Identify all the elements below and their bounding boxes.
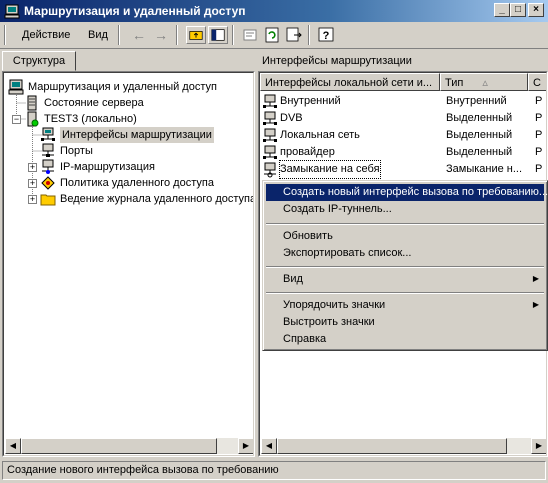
menu-separator xyxy=(266,223,544,225)
expand-toggle[interactable]: + xyxy=(28,179,37,188)
network-interfaces-icon xyxy=(41,127,55,141)
collapse-toggle[interactable]: − xyxy=(12,115,21,124)
interface-name: Внутренний xyxy=(280,95,341,107)
tree-label: Состояние сервера xyxy=(44,97,144,109)
server-icon xyxy=(27,111,39,127)
ip-routing-icon xyxy=(42,159,54,174)
interface-name: Локальная сеть xyxy=(280,129,360,141)
scroll-left-icon[interactable]: ◀ xyxy=(261,438,277,454)
forward-arrow-icon[interactable]: → xyxy=(152,26,170,44)
menu-item-arrange-icons[interactable]: Упорядочить значки xyxy=(266,297,544,314)
menu-item-refresh[interactable]: Обновить xyxy=(266,228,544,245)
close-button[interactable]: × xyxy=(528,3,544,17)
menu-action[interactable]: Действие xyxy=(20,27,72,43)
interface-icon xyxy=(263,111,277,125)
back-arrow-icon[interactable]: ← xyxy=(130,26,148,44)
toolbar-separator xyxy=(176,25,178,45)
toolbar-separator xyxy=(232,25,234,45)
app-computer-icon xyxy=(4,4,20,19)
column-header-type[interactable]: Тип ▵ xyxy=(440,73,528,91)
scroll-right-icon[interactable]: ▶ xyxy=(238,438,253,454)
toolbar-separator xyxy=(118,25,120,45)
tree-label: Маршрутизация и удаленный доступ xyxy=(28,81,217,93)
scroll-thumb[interactable] xyxy=(21,438,217,454)
scroll-left-icon[interactable]: ◀ xyxy=(5,438,21,454)
tree-pane[interactable]: Маршрутизация и удаленный доступ Состоян… xyxy=(2,71,255,457)
interface-icon xyxy=(263,145,277,159)
interface-type: Выделенный xyxy=(446,129,513,141)
svg-text:?: ? xyxy=(323,30,330,42)
column-header-type-label: Тип xyxy=(445,77,464,89)
help-icon[interactable]: ? xyxy=(316,26,336,44)
tree-label: Интерфейсы маршрутизации xyxy=(60,127,214,143)
details-horizontal-scrollbar[interactable]: ◀ ▶ xyxy=(261,438,546,454)
folder-icon xyxy=(40,194,56,206)
menu-view[interactable]: Вид xyxy=(86,27,110,43)
column-header-status[interactable]: С xyxy=(528,73,546,91)
sort-ascending-icon: ▵ xyxy=(482,77,488,89)
interface-name: провайдер xyxy=(280,146,335,158)
interface-type: Внутренний xyxy=(446,95,507,107)
menu-item-new-ip-tunnel[interactable]: Создать IP-туннель... xyxy=(266,201,544,218)
toolbar-separator xyxy=(308,25,310,45)
computer-icon xyxy=(8,79,24,95)
minimize-button[interactable]: _ xyxy=(494,3,510,17)
toolbar: Действие Вид ← → ? xyxy=(0,22,548,49)
interface-status: Р xyxy=(535,146,543,158)
tree-label: TEST3 (локально) xyxy=(44,113,137,125)
toolbar-grip xyxy=(4,25,6,45)
interface-type: Замыкание н... xyxy=(446,163,523,175)
refresh-icon[interactable] xyxy=(262,26,282,44)
window-title: Маршрутизация и удаленный доступ xyxy=(24,4,246,18)
ports-icon xyxy=(42,143,54,157)
up-folder-icon[interactable] xyxy=(186,26,206,44)
menu-item-line-up-icons[interactable]: Выстроить значки xyxy=(266,314,544,331)
scroll-thumb[interactable] xyxy=(277,438,507,454)
interface-name: DVB xyxy=(280,112,303,124)
menu-separator xyxy=(266,266,544,268)
scroll-right-icon[interactable]: ▶ xyxy=(531,438,546,454)
menu-item-help[interactable]: Справка xyxy=(266,331,544,348)
menu-item-export-list[interactable]: Экспортировать список... xyxy=(266,245,544,262)
show-hide-tree-icon[interactable] xyxy=(208,26,228,44)
tree-label: Политика удаленного доступа xyxy=(60,177,214,189)
interface-type: Выделенный xyxy=(446,112,513,124)
status-bar: Создание нового интерфейса вызова по тре… xyxy=(2,461,546,480)
interface-status: Р xyxy=(535,163,543,175)
tab-structure[interactable]: Структура xyxy=(2,51,76,71)
menu-separator xyxy=(266,292,544,294)
interface-status: Р xyxy=(535,112,543,124)
interface-status: Р xyxy=(535,129,543,141)
tree-horizontal-scrollbar[interactable]: ◀ ▶ xyxy=(5,438,253,454)
interface-name: Замыкание на себя xyxy=(279,160,381,179)
interface-icon xyxy=(263,128,277,142)
properties-icon[interactable] xyxy=(240,26,260,44)
loopback-icon xyxy=(264,162,276,178)
server-status-icon xyxy=(27,95,37,111)
policy-icon xyxy=(41,176,55,190)
tree-label: Ведение журнала удаленного доступа xyxy=(60,193,254,205)
interface-type: Выделенный xyxy=(446,146,513,158)
interface-status: Р xyxy=(535,95,543,107)
context-menu[interactable]: Создать новый интерфейс вызова по требов… xyxy=(262,180,548,351)
menu-item-new-demand-dial[interactable]: Создать новый интерфейс вызова по требов… xyxy=(266,184,548,201)
details-header: Интерфейсы маршрутизации xyxy=(262,55,412,67)
expand-toggle[interactable]: + xyxy=(28,163,37,172)
submenu-arrow-icon: ▶ xyxy=(532,274,539,283)
column-header-name[interactable]: Интерфейсы локальной сети и... xyxy=(260,73,440,91)
menu-item-view[interactable]: Вид xyxy=(266,271,544,288)
export-list-icon[interactable] xyxy=(284,26,304,44)
expand-toggle[interactable]: + xyxy=(28,195,37,204)
interface-icon xyxy=(263,94,277,108)
maximize-button[interactable]: □ xyxy=(510,3,526,17)
tree-label: IP-маршрутизация xyxy=(60,161,155,173)
tree-label: Порты xyxy=(60,145,93,157)
submenu-arrow-icon: ▶ xyxy=(532,300,539,309)
title-bar[interactable]: Маршрутизация и удаленный доступ _ □ × xyxy=(0,0,548,22)
